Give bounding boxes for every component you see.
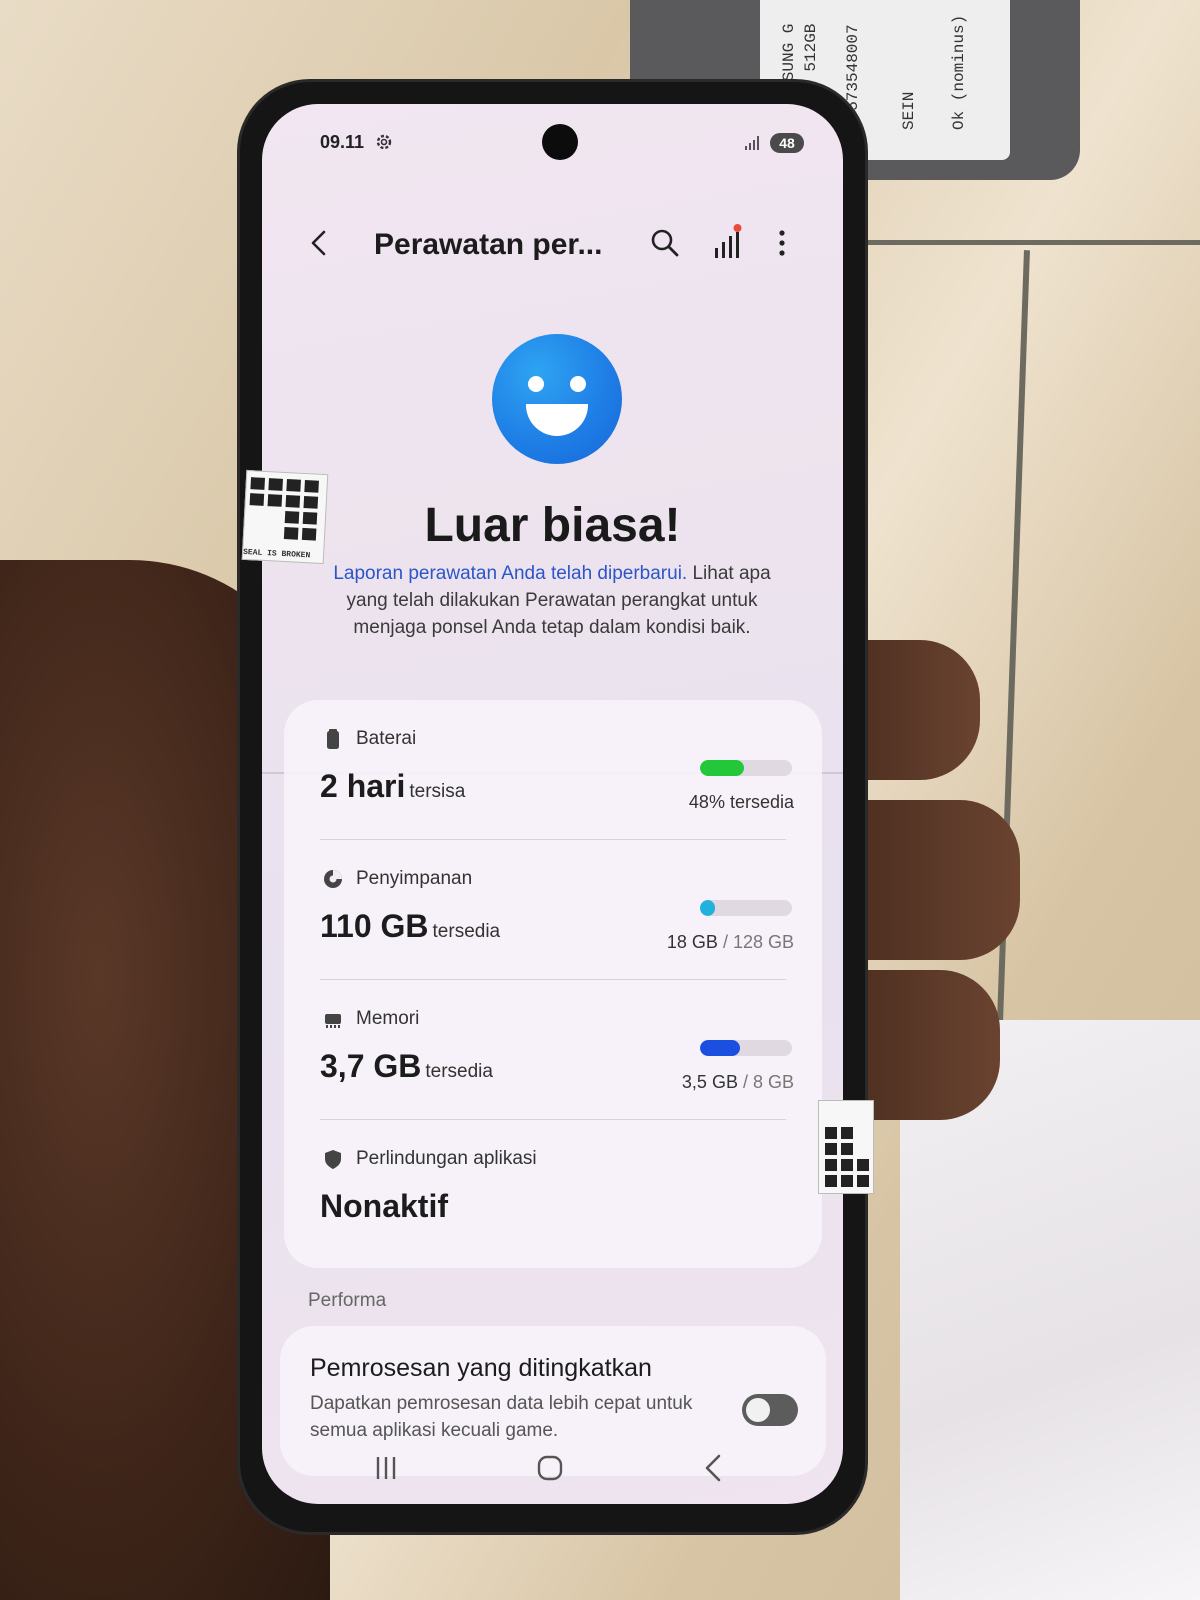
smiley-face-icon	[492, 334, 622, 464]
battery-icon	[327, 729, 339, 749]
storage-total: / 128 GB	[722, 932, 794, 952]
battery-indicator: 48	[770, 133, 804, 153]
home-icon[interactable]	[530, 1448, 570, 1488]
seal-sticker: SEAL IS BROKEN	[241, 469, 329, 565]
recent-apps-icon[interactable]	[366, 1448, 406, 1488]
storage-value-number: 110 GB	[320, 908, 429, 944]
app-protection-row[interactable]: Perlindungan aplikasi Nonaktif	[284, 1120, 822, 1260]
phone-device: 09.11 48 Perawatan per... Luar biasa! La…	[240, 82, 865, 1532]
status-time: 09.11	[320, 132, 365, 152]
status-description: Laporan perawatan Anda telah diperbarui.…	[312, 560, 792, 641]
back-nav-icon[interactable]	[694, 1448, 734, 1488]
tile-grout	[860, 240, 1200, 245]
seal-grid-icon	[825, 1127, 869, 1187]
app-protection-label: Perlindungan aplikasi	[356, 1148, 537, 1169]
seal-text: SEAL IS BROKEN	[242, 547, 311, 561]
memory-value-unit: tersedia	[425, 1061, 493, 1082]
battery-progress-fill	[700, 760, 745, 776]
phone-screen: 09.11 48 Perawatan per... Luar biasa! La…	[262, 104, 843, 1504]
battery-progress-bar	[700, 760, 792, 776]
more-options-icon[interactable]	[772, 226, 792, 260]
storage-used: 18 GB	[666, 932, 718, 952]
box-label-line: SEIN	[900, 91, 918, 130]
memory-label: Memori	[356, 1008, 420, 1029]
battery-value-number: 2 hari	[320, 768, 406, 804]
app-bar: Perawatan per...	[262, 214, 843, 274]
memory-progress-bar	[700, 1040, 792, 1056]
report-updated-link[interactable]: Laporan perawatan Anda telah diperbarui.	[333, 563, 687, 584]
memory-used: 3,5 GB	[681, 1072, 738, 1092]
bar-chart-icon[interactable]	[710, 224, 744, 260]
battery-row[interactable]: Baterai 2 hari tersisa 48% tersedia	[284, 700, 822, 840]
storage-pie-icon	[324, 870, 342, 888]
memory-usage: 3,5 GB / 8 GB	[682, 1072, 794, 1093]
enhanced-processing-title: Pemrosesan yang ditingkatkan	[310, 1354, 652, 1382]
storage-usage: 18 GB / 128 GB	[667, 932, 794, 953]
storage-row[interactable]: Penyimpanan 110 GB tersedia 18 GB / 128 G…	[284, 840, 822, 980]
memory-row[interactable]: Memori 3,7 GB tersedia 3,5 GB / 8 GB	[284, 980, 822, 1120]
status-headline: Luar biasa!	[424, 499, 681, 552]
device-summary-card: Baterai 2 hari tersisa 48% tersedia Penyi…	[284, 700, 822, 1268]
battery-value-unit: tersisa	[409, 781, 466, 802]
storage-progress-bar	[700, 900, 792, 916]
front-camera	[542, 124, 578, 160]
shield-icon	[325, 1150, 341, 1169]
storage-value-unit: tersedia	[432, 921, 501, 942]
box-label-line: Ok (nominus)	[950, 14, 968, 130]
toggle-knob	[746, 1398, 770, 1422]
storage-progress-fill	[700, 900, 715, 916]
battery-label: Baterai	[356, 728, 417, 749]
smiley-eye	[528, 376, 544, 392]
app-protection-value: Nonaktif	[320, 1188, 448, 1224]
status-bar: 09.11 48	[262, 104, 843, 174]
finger	[840, 800, 1020, 960]
settings-gear-icon	[376, 134, 392, 150]
memory-chip-icon	[325, 1014, 341, 1028]
battery-percent: 48% tersedia	[688, 792, 794, 812]
battery-value: 2 hari tersisa	[320, 768, 465, 805]
enhanced-processing-toggle[interactable]	[742, 1394, 798, 1426]
memory-value-number: 3,7 GB	[320, 1048, 422, 1084]
smiley-eye	[570, 376, 586, 392]
storage-label: Penyimpanan	[356, 868, 473, 889]
seal-grid-icon	[249, 477, 319, 541]
navigation-bar	[262, 1434, 843, 1504]
memory-total: / 8 GB	[742, 1072, 794, 1092]
seal-sticker	[818, 1100, 874, 1194]
back-arrow-icon[interactable]	[302, 226, 336, 260]
signal-icon	[745, 136, 759, 150]
memory-progress-fill	[700, 1040, 741, 1056]
page-title: Perawatan per...	[374, 228, 603, 261]
search-icon[interactable]	[648, 226, 682, 260]
storage-value: 110 GB tersedia	[320, 908, 500, 945]
smiley-mouth	[526, 404, 588, 436]
performance-section-title: Performa	[308, 1290, 387, 1311]
memory-value: 3,7 GB tersedia	[320, 1048, 493, 1085]
